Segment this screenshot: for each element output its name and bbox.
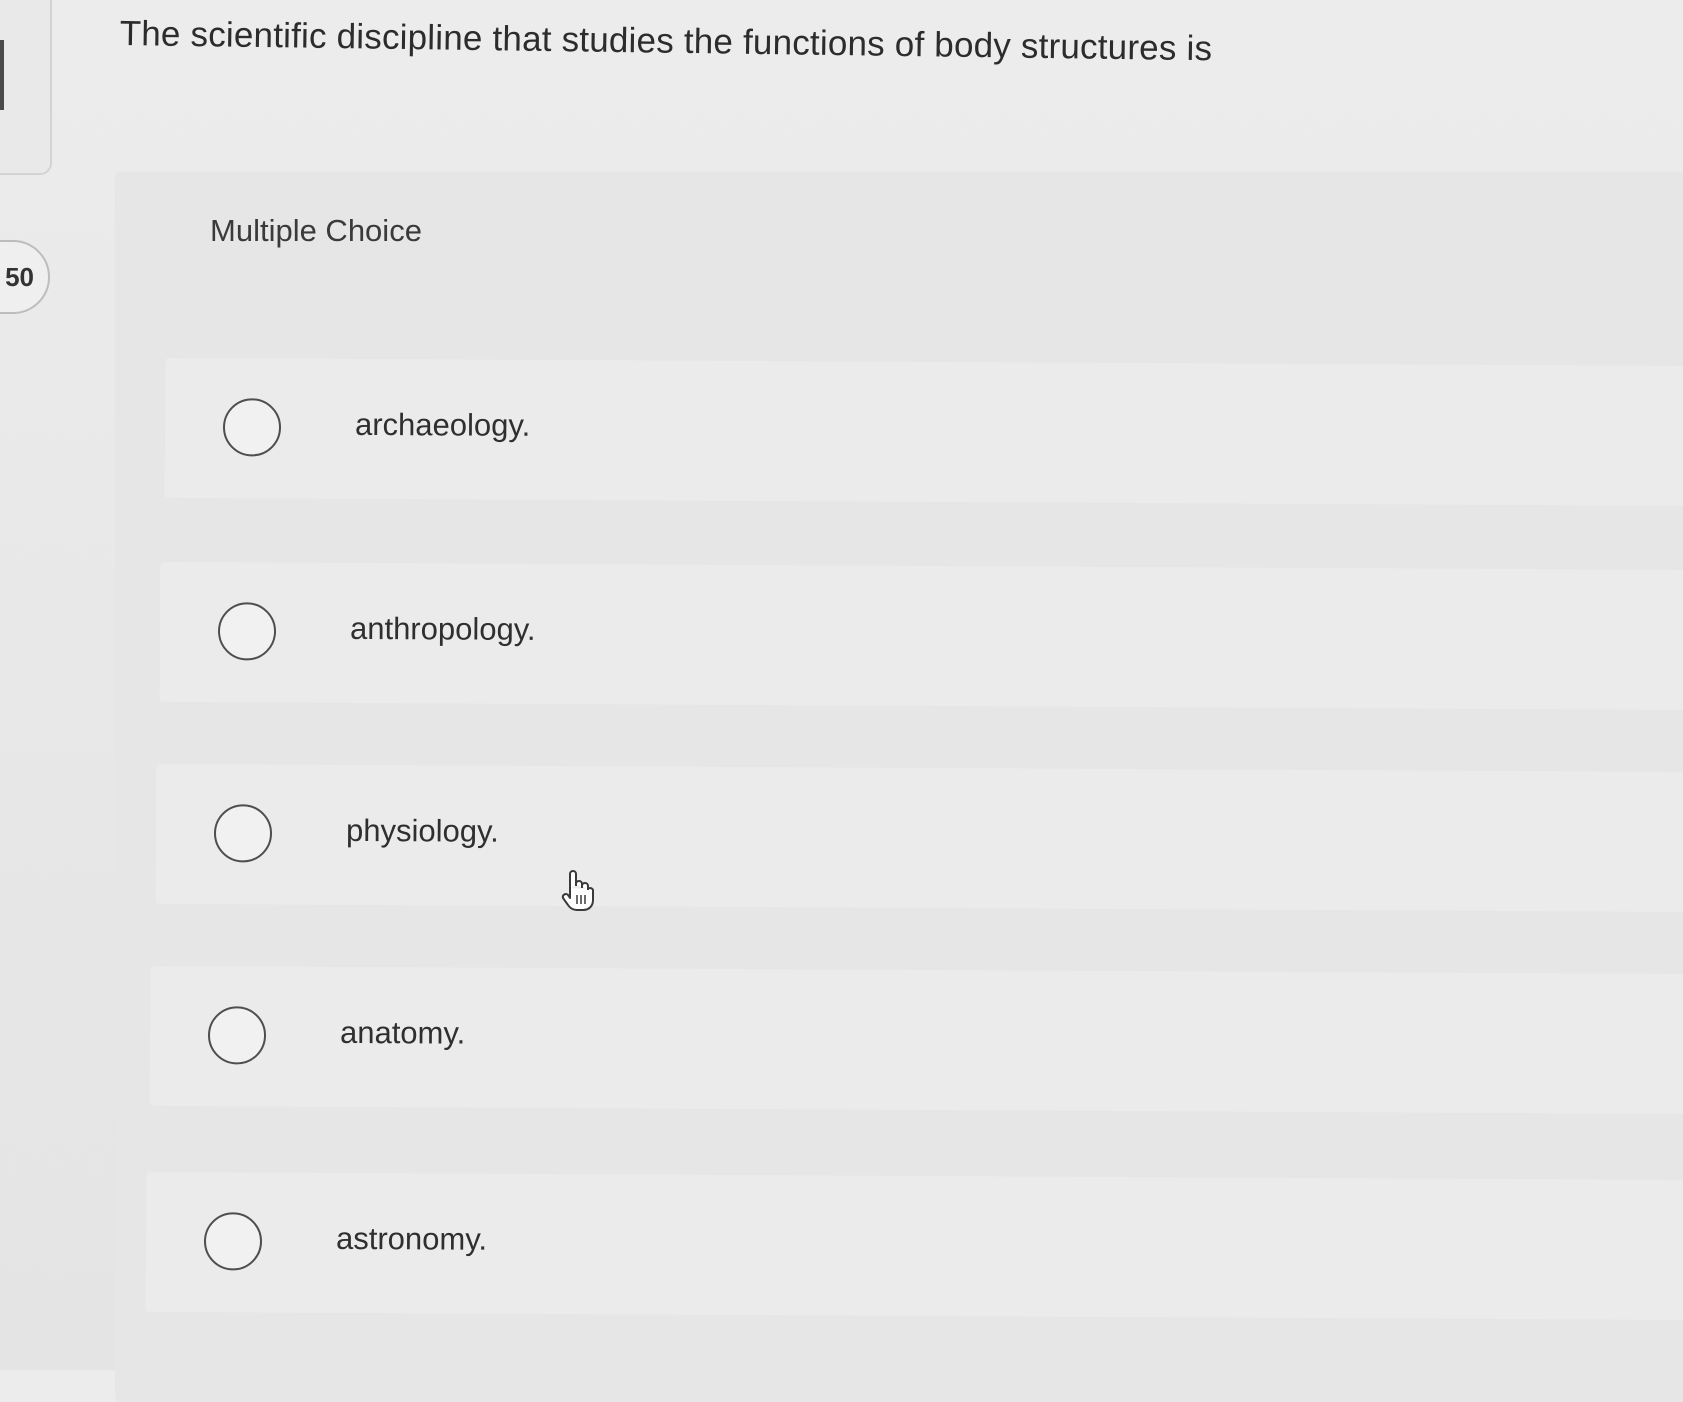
option-anatomy[interactable]: anatomy.	[149, 965, 1683, 1115]
left-panel-edge	[0, 0, 52, 175]
question-type-label: Multiple Choice	[210, 213, 422, 248]
question-number-badge[interactable]: 50	[0, 240, 50, 314]
option-physiology[interactable]: physiology.	[155, 763, 1683, 913]
option-astronomy[interactable]: astronomy.	[145, 1171, 1683, 1321]
left-panel-accent	[0, 40, 4, 110]
option-label: anatomy.	[339, 1014, 466, 1051]
hand-pointer-icon	[561, 870, 594, 911]
question-number: 50	[5, 261, 34, 292]
radio-button-icon[interactable]	[217, 602, 277, 661]
option-archaeology[interactable]: archaeology.	[164, 357, 1683, 507]
radio-button-icon[interactable]	[203, 1212, 263, 1271]
option-anthropology[interactable]: anthropology.	[159, 561, 1683, 711]
option-label: archaeology.	[354, 406, 531, 443]
question-prompt: The scientific discipline that studies t…	[119, 14, 1213, 69]
radio-button-icon[interactable]	[207, 1006, 267, 1065]
option-label: physiology.	[345, 812, 499, 849]
option-label: astronomy.	[335, 1220, 488, 1257]
radio-button-icon[interactable]	[213, 804, 273, 863]
radio-button-icon[interactable]	[222, 398, 282, 457]
option-label: anthropology.	[349, 610, 536, 647]
